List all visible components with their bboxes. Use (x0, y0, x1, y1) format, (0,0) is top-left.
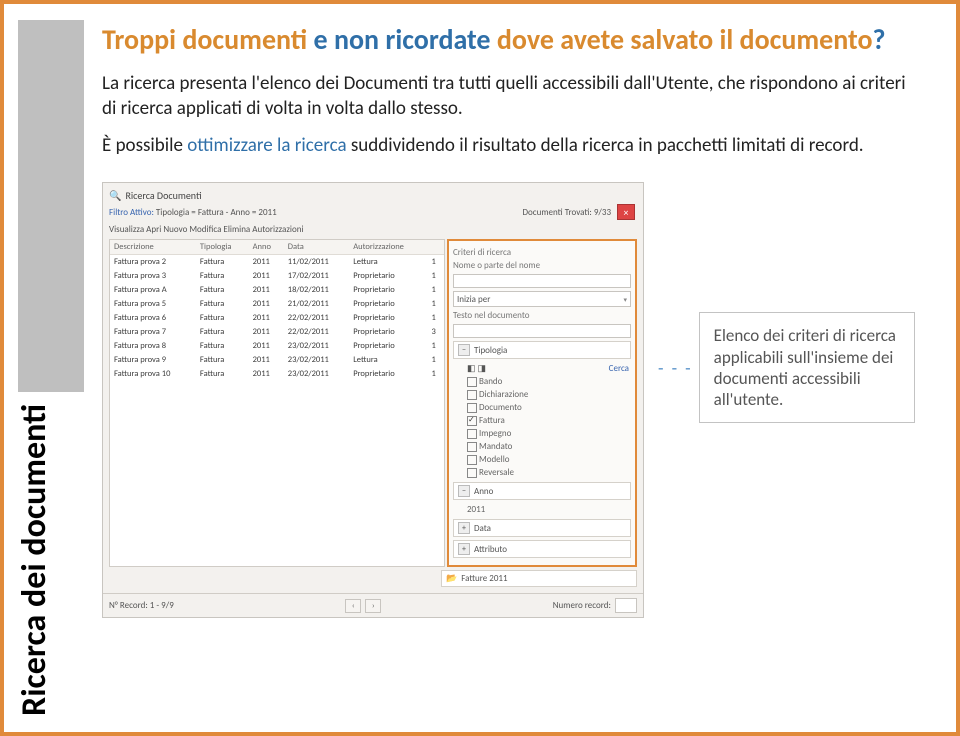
table-row[interactable]: Fattura prova 9Fattura201123/02/2011Lett… (110, 353, 444, 367)
tipologia-icons: ◧◨ (467, 363, 486, 374)
cerca-label[interactable]: Cerca (609, 363, 629, 374)
para2-b: suddividendo il risultato della ricerca … (347, 134, 864, 157)
category-row[interactable]: Fattura (453, 414, 631, 427)
checkbox-icon (467, 390, 477, 400)
plus-icon: + (458, 543, 470, 555)
criteria-panel: Criteri di ricerca Nome o parte del nome… (447, 239, 637, 567)
table-row[interactable]: Fattura prova 2Fattura201111/02/2011Lett… (110, 255, 444, 270)
checkbox-icon (467, 377, 477, 387)
text-label: Testo nel documento (453, 310, 631, 321)
plus-icon: + (458, 522, 470, 534)
num-record-control: Numero record: (553, 598, 637, 613)
data-accordion[interactable]: + Data (453, 519, 631, 537)
next-page-button[interactable]: › (365, 599, 381, 613)
category-row[interactable]: Documento (453, 401, 631, 414)
minus-icon: − (458, 344, 470, 356)
search-icon: 🔍 (109, 189, 121, 202)
category-row[interactable]: Reversale (453, 466, 631, 479)
text-input[interactable] (453, 324, 631, 338)
sidebar-title: Ricerca dei documenti (14, 404, 84, 716)
sidebar-rail (18, 20, 84, 392)
callout-box: Elenco dei criteri di ricerca applicabil… (699, 312, 915, 423)
anno-accordion[interactable]: − Anno (453, 482, 631, 500)
tipologia-accordion[interactable]: − Tipologia (453, 341, 631, 359)
para2-a: È possibile (102, 134, 187, 157)
connector-line: - - - (658, 357, 693, 379)
active-filter: Filtro Attivo: Tipologia = Fattura - Ann… (109, 207, 277, 218)
recent-item[interactable]: 📂 Fatture 2011 (441, 570, 637, 587)
table-row[interactable]: Fattura prova 5Fattura201121/02/2011Prop… (110, 297, 444, 311)
intro-paragraph-2: È possibile ottimizzare la ricerca suddi… (102, 134, 920, 159)
name-label: Nome o parte del nome (453, 260, 631, 271)
heading-part-c: dove avete salvato il documento (497, 22, 873, 57)
name-input[interactable] (453, 274, 631, 288)
anno-value: 2011 (453, 503, 631, 516)
status-bar: N° Record: 1 - 9/9 ‹ › Numero record: (103, 593, 643, 617)
window-topbar: Filtro Attivo: Tipologia = Fattura - Ann… (109, 202, 637, 222)
sidebar-rail-column: Ricerca dei documenti (18, 20, 84, 716)
criteria-heading: Criteri di ricerca (453, 247, 631, 258)
table-row[interactable]: Fattura prova AFattura201118/02/2011Prop… (110, 283, 444, 297)
para2-link: ottimizzare la ricerca (187, 134, 346, 157)
table-row[interactable]: Fattura prova 10Fattura201123/02/2011Pro… (110, 367, 444, 381)
checkbox-icon (467, 455, 477, 465)
filter-label: Filtro Attivo: (109, 207, 154, 218)
heading-part-b: e non ricordate (307, 22, 497, 57)
category-row[interactable]: Impegno (453, 427, 631, 440)
page-title: Troppi documenti e non ricordate dove av… (102, 24, 920, 56)
app-screenshot: 🔍 Ricerca Documenti Filtro Attivo: Tipol… (102, 182, 644, 618)
filter-value: Tipologia = Fattura - Anno = 2011 (156, 207, 277, 218)
checkbox-icon (467, 403, 477, 413)
table-row[interactable]: Fattura prova 6Fattura201122/02/2011Prop… (110, 311, 444, 325)
documents-found: Documenti Trovati: 9/33 (523, 207, 611, 218)
record-count: N° Record: 1 - 9/9 (109, 600, 174, 611)
minus-icon: − (458, 485, 470, 497)
results-table: Descrizione Tipologia Anno Data Autorizz… (109, 239, 445, 567)
table-row[interactable]: Fattura prova 3Fattura201117/02/2011Prop… (110, 269, 444, 283)
attributo-accordion[interactable]: + Attributo (453, 540, 631, 558)
checkbox-icon (467, 468, 477, 478)
slide-page: Ricerca dei documenti Troppi documenti e… (0, 0, 960, 736)
category-row[interactable]: Mandato (453, 440, 631, 453)
table-row[interactable]: Fattura prova 8Fattura201123/02/2011Prop… (110, 339, 444, 353)
starts-with-select[interactable]: Inizia per ▾ (453, 291, 631, 307)
folder-icon: 📂 (446, 573, 457, 584)
category-row[interactable]: Dichiarazione (453, 388, 631, 401)
num-record-input[interactable] (615, 598, 637, 613)
category-row[interactable]: Modello (453, 453, 631, 466)
pager: ‹ › (345, 599, 381, 613)
table-header-row: Descrizione Tipologia Anno Data Autorizz… (110, 240, 444, 255)
checkbox-icon (467, 429, 477, 439)
toolbar[interactable]: Visualizza Apri Nuovo Modifica Elimina A… (109, 222, 637, 239)
heading-part-a: Troppi documenti (102, 22, 307, 57)
checkbox-icon (467, 416, 477, 426)
checkbox-icon (467, 442, 477, 452)
close-icon[interactable]: × (617, 204, 635, 220)
main-content: Troppi documenti e non ricordate dove av… (102, 20, 920, 716)
callout-wrap: - - - Elenco dei criteri di ricerca appl… (658, 312, 915, 423)
window-title: 🔍 Ricerca Documenti (109, 189, 637, 202)
chevron-down-icon: ▾ (623, 295, 627, 304)
intro-paragraph-1: La ricerca presenta l'elenco dei Documen… (102, 72, 920, 121)
figure-row: 🔍 Ricerca Documenti Filtro Attivo: Tipol… (102, 182, 920, 618)
table-row[interactable]: Fattura prova 7Fattura201122/02/2011Prop… (110, 325, 444, 339)
heading-question: ? (873, 22, 886, 57)
prev-page-button[interactable]: ‹ (345, 599, 361, 613)
category-row[interactable]: Bando (453, 375, 631, 388)
